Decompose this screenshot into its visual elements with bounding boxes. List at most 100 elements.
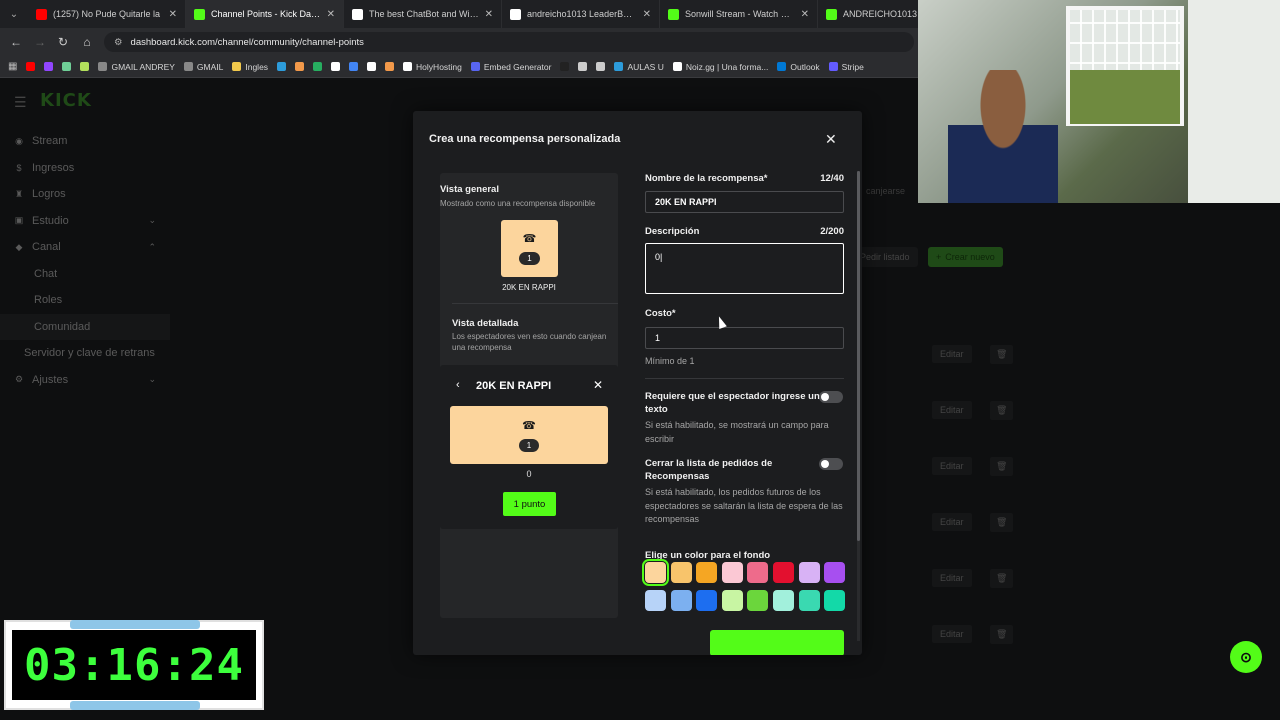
- require-text-toggle[interactable]: [819, 391, 843, 403]
- browser-tab[interactable]: Sonwill Stream - Watch Live on ✕: [660, 0, 818, 28]
- bookmark-icon: [183, 62, 193, 71]
- detail-title: Vista detallada: [452, 318, 519, 329]
- bookmark-item[interactable]: [596, 62, 606, 71]
- name-counter: 12/40: [820, 173, 844, 184]
- tab-close-icon[interactable]: ✕: [327, 9, 335, 20]
- color-swatch[interactable]: [670, 590, 692, 611]
- sidebar-item-chat[interactable]: Chat: [0, 261, 170, 288]
- description-textarea[interactable]: 0|: [645, 243, 844, 294]
- bookmark-item[interactable]: [385, 62, 395, 71]
- color-swatch[interactable]: [824, 562, 846, 583]
- color-swatch[interactable]: [696, 562, 718, 583]
- color-swatch[interactable]: [772, 562, 794, 583]
- edit-button[interactable]: Editar: [932, 457, 972, 475]
- sidebar-item-estudio[interactable]: ▣ Estudio ⌄: [0, 208, 170, 235]
- color-swatch[interactable]: [721, 590, 743, 611]
- edit-button[interactable]: Editar: [932, 625, 972, 643]
- trash-icon[interactable]: 🗑: [990, 401, 1014, 420]
- bookmark-item[interactable]: [560, 62, 570, 71]
- bookmark-item[interactable]: Noiz.gg | Una forma...: [672, 62, 768, 72]
- tab-close-icon[interactable]: ✕: [169, 9, 177, 20]
- bookmark-item[interactable]: [367, 62, 377, 71]
- home-icon[interactable]: ⌂: [82, 35, 92, 49]
- cancel-button[interactable]: [635, 631, 705, 655]
- edit-button[interactable]: Editar: [932, 401, 972, 419]
- bookmark-item[interactable]: Outlook: [777, 61, 820, 72]
- color-swatch[interactable]: [721, 562, 743, 583]
- sidebar-item-stream[interactable]: ◉ Stream: [0, 128, 170, 155]
- edit-button[interactable]: Editar: [932, 569, 972, 587]
- color-swatch[interactable]: [824, 590, 846, 611]
- cost-input[interactable]: 1: [645, 327, 844, 349]
- bookmark-item[interactable]: [331, 62, 341, 71]
- bookmark-item[interactable]: Ingles: [232, 62, 268, 72]
- sidebar-item-ajustes[interactable]: ⚙ Ajustes ⌄: [0, 367, 170, 394]
- browser-tab[interactable]: andreicho1013 LeaderBoard | T ✕: [502, 0, 660, 28]
- bookmark-item[interactable]: [313, 62, 323, 71]
- color-swatch[interactable]: [798, 590, 820, 611]
- bookmark-item[interactable]: [349, 62, 359, 71]
- bookmark-item[interactable]: GMAIL: [183, 62, 223, 72]
- edit-button[interactable]: Editar: [932, 345, 972, 363]
- tab-close-icon[interactable]: ✕: [485, 9, 493, 20]
- trash-icon[interactable]: 🗑: [990, 569, 1014, 588]
- apps-icon[interactable]: ▦: [8, 61, 17, 72]
- sidebar-item-servidor[interactable]: Servidor y clave de retrans: [0, 340, 170, 367]
- reward-name-input[interactable]: 20K EN RAPPI: [645, 191, 844, 213]
- color-swatch[interactable]: [798, 562, 820, 583]
- bookmark-label: Outlook: [790, 61, 820, 72]
- site-info-icon[interactable]: ⚙: [114, 37, 123, 48]
- bookmark-item[interactable]: [277, 62, 287, 71]
- bookmark-item[interactable]: HolyHosting: [403, 62, 462, 72]
- bookmark-item[interactable]: GMAIL ANDREY: [98, 62, 175, 72]
- edit-button[interactable]: Editar: [932, 513, 972, 531]
- bookmark-item[interactable]: [44, 62, 54, 71]
- back-icon[interactable]: ←: [10, 35, 22, 49]
- browser-tab[interactable]: (1257) No Pude Quitarle la ✕: [28, 0, 186, 28]
- help-chat-icon[interactable]: ⊙: [1230, 641, 1262, 673]
- menu-icon[interactable]: ☰: [14, 94, 27, 111]
- url-field[interactable]: ⚙ dashboard.kick.com/channel/community/c…: [104, 32, 914, 52]
- close-queue-toggle[interactable]: [819, 458, 843, 470]
- trash-icon[interactable]: 🗑: [990, 625, 1014, 644]
- color-swatch[interactable]: [670, 562, 692, 583]
- sidebar-item-canal[interactable]: ◆ Canal ⌃: [0, 234, 170, 261]
- create-new-button[interactable]: + Crear nuevo: [928, 247, 1003, 267]
- sidebar-item-ingresos[interactable]: $ Ingresos: [0, 155, 170, 182]
- color-swatch[interactable]: [645, 590, 666, 611]
- bookmark-item[interactable]: [26, 62, 36, 71]
- tab-close-icon[interactable]: ✕: [643, 9, 651, 20]
- color-label: Elige un color para el fondo: [645, 550, 771, 561]
- close-icon[interactable]: ✕: [825, 131, 837, 148]
- trash-icon[interactable]: 🗑: [990, 345, 1014, 364]
- color-swatch[interactable]: [772, 590, 794, 611]
- bookmark-item[interactable]: Embed Generator: [470, 62, 551, 72]
- reload-icon[interactable]: ↻: [58, 35, 68, 49]
- bookmark-item[interactable]: [295, 62, 305, 71]
- forward-icon[interactable]: →: [34, 35, 46, 49]
- bookmark-item[interactable]: [62, 62, 72, 71]
- color-swatch[interactable]: [642, 559, 669, 586]
- sidebar-item-roles[interactable]: Roles: [0, 287, 170, 314]
- sidebar-item-comunidad[interactable]: Comunidad: [0, 313, 170, 340]
- color-swatch[interactable]: [696, 590, 718, 611]
- reward-row: Editar 🗑: [870, 455, 1020, 476]
- color-swatch[interactable]: [747, 590, 769, 611]
- trash-icon[interactable]: 🗑: [990, 513, 1014, 532]
- bookmark-item[interactable]: [80, 62, 90, 71]
- bookmark-item[interactable]: Stripe: [828, 62, 864, 72]
- tab-search-icon[interactable]: ⌄: [0, 0, 28, 28]
- browser-tab[interactable]: The best ChatBot and Widgets ✕: [344, 0, 502, 28]
- bookmark-item[interactable]: AULAS U: [614, 62, 664, 72]
- sidebar-item-label: Stream: [32, 135, 68, 148]
- sidebar-item-logros[interactable]: ♜ Logros: [0, 181, 170, 208]
- bookmark-item[interactable]: [578, 62, 588, 71]
- browser-tab[interactable]: Channel Points - Kick Dashboa ✕: [186, 0, 344, 28]
- color-swatch[interactable]: [747, 562, 769, 583]
- modal-scroll-thumb[interactable]: [857, 171, 860, 541]
- custom-reward-modal: Crea una recompensa personalizada ✕ Vist…: [413, 111, 862, 655]
- tab-close-icon[interactable]: ✕: [801, 9, 809, 20]
- save-button[interactable]: [710, 630, 844, 655]
- kick-logo[interactable]: KICK: [40, 90, 92, 111]
- trash-icon[interactable]: 🗑: [990, 457, 1014, 476]
